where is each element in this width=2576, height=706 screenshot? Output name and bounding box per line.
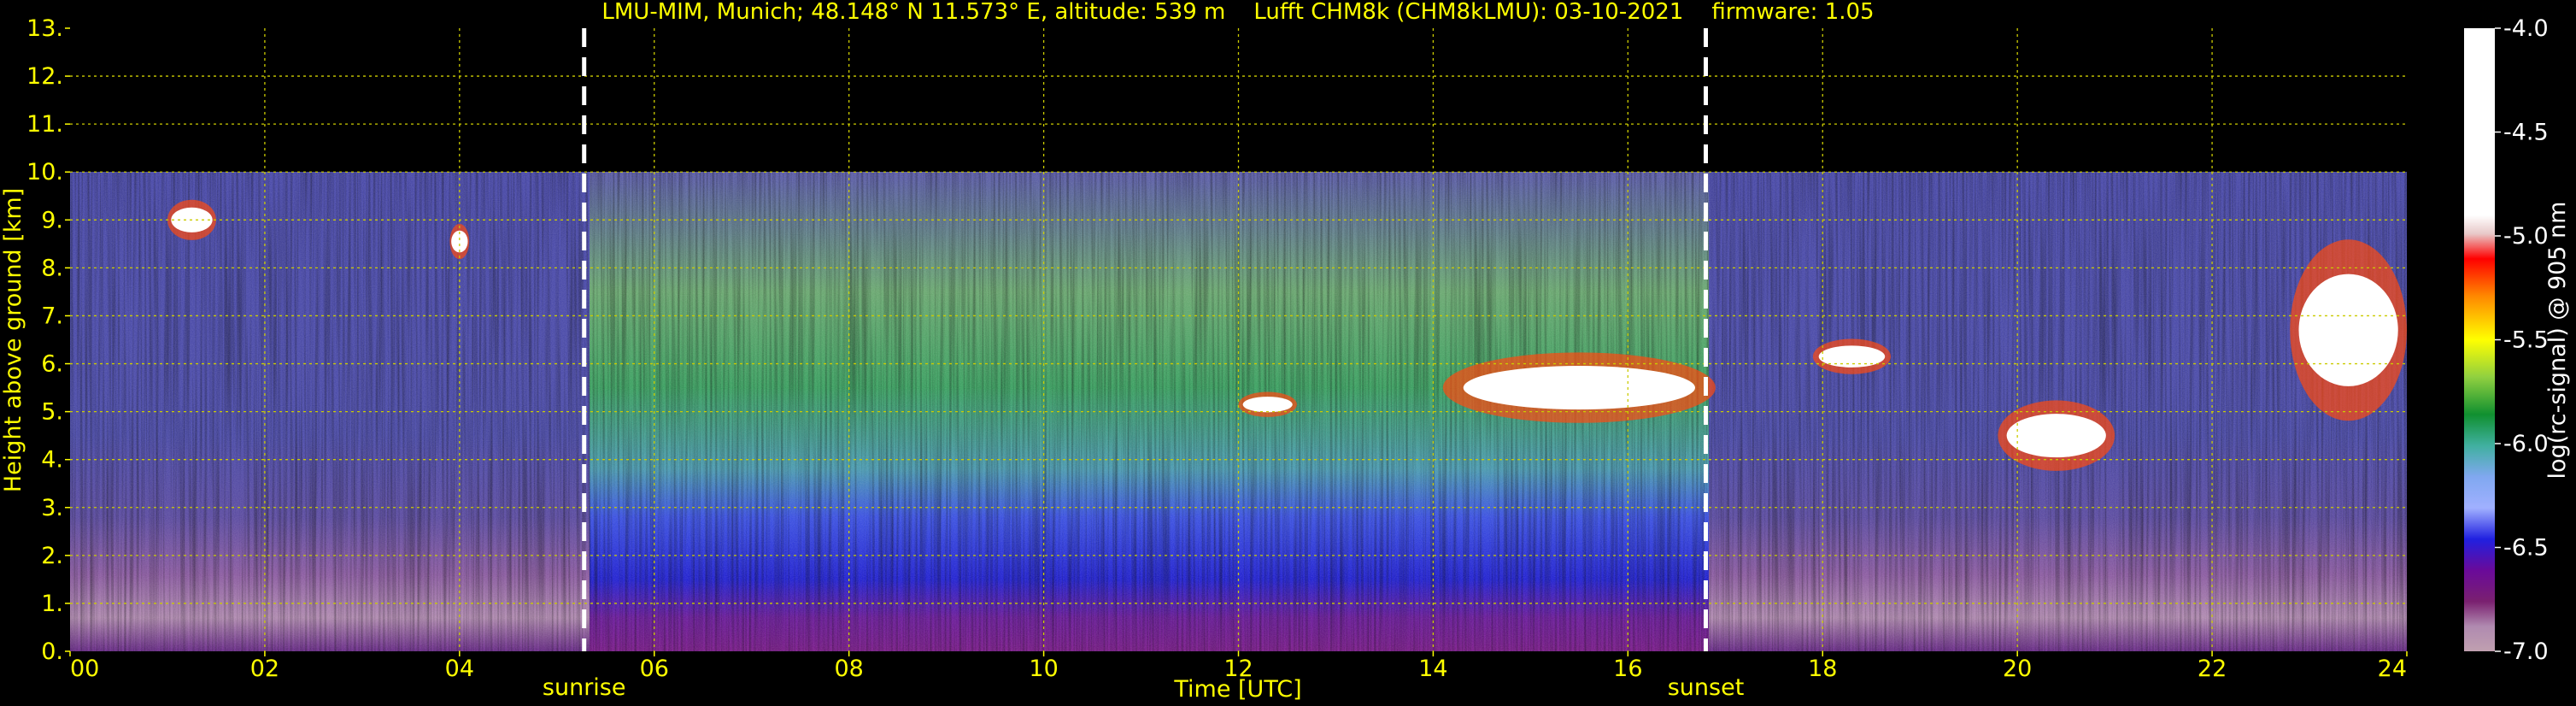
x-tick-label: 24 [2378, 656, 2407, 682]
x-tick-label: 00 [70, 656, 99, 682]
cloud-layer [2298, 274, 2398, 386]
y-tick-label: 12. [26, 63, 63, 90]
x-axis-title: Time [UTC] [1173, 676, 1301, 703]
y-tick-label: 9. [41, 207, 63, 233]
x-tick-label: 20 [2003, 656, 2032, 682]
y-tick-label: 5. [41, 399, 63, 426]
y-axis-title: Height above ground [km] [0, 188, 26, 492]
x-tick-label: 02 [250, 656, 279, 682]
chart-title: LMU-MIM, Munich; 48.148° N 11.573° E, al… [601, 0, 1874, 25]
colorbar-tick-label: -4.0 [2503, 15, 2549, 42]
y-tick-label: 7. [41, 303, 63, 329]
x-tick-label: 08 [834, 656, 863, 682]
y-tick-label: 11. [26, 111, 63, 138]
colorbar-tick-label: -5.0 [2503, 223, 2549, 250]
y-tick-label: 6. [41, 351, 63, 378]
x-tick-label: 06 [640, 656, 669, 682]
cloud-layer [1463, 366, 1695, 410]
ceilometer-chart: sunrise sunset 00 02 04 06 08 10 12 14 16 18 20 22 24… [0, 0, 2571, 703]
y-tick-label: 3. [41, 495, 63, 521]
colorbar-tick-label: -4.5 [2503, 120, 2549, 146]
colorbar-tick-label: -6.0 [2503, 431, 2549, 457]
sun-label-sunrise: sunrise [543, 674, 626, 701]
x-tick-label: 16 [1613, 656, 1642, 682]
y-tick-label: 13. [26, 15, 63, 42]
y-tick-label: 2. [41, 543, 63, 569]
colorbar-tick-label: -5.5 [2503, 327, 2549, 354]
cloud-layer [2006, 414, 2106, 458]
y-axis: 0. 1. 2. 3. 4. 5. 6. 7. 8. 9. 10. 11. 12. 13. [26, 15, 70, 665]
sun-label-sunset: sunset [1668, 674, 1745, 701]
y-tick-label: 0. [41, 638, 63, 665]
colorbar-tick-label: -7.0 [2503, 638, 2549, 665]
colorbar-tick-label: -6.5 [2503, 535, 2549, 562]
y-tick-label: 10. [26, 159, 63, 185]
x-tick-label: 14 [1418, 656, 1447, 682]
y-tick-label: 4. [41, 447, 63, 474]
colorbar-ticks: -4.0 -4.5 -5.0 -5.5 -6.0 -6.5 -7.0 [2495, 15, 2549, 665]
x-tick-label: 22 [2198, 656, 2227, 682]
x-tick-label: 18 [1808, 656, 1837, 682]
y-tick-label: 8. [41, 255, 63, 281]
colorbar [2464, 28, 2495, 651]
x-tick-label: 04 [445, 656, 474, 682]
x-tick-label: 10 [1029, 656, 1058, 682]
colorbar-label: log(rc-signal) @ 905 nm [2544, 202, 2571, 479]
cloud-layer [1242, 397, 1293, 413]
y-tick-label: 1. [41, 591, 63, 617]
